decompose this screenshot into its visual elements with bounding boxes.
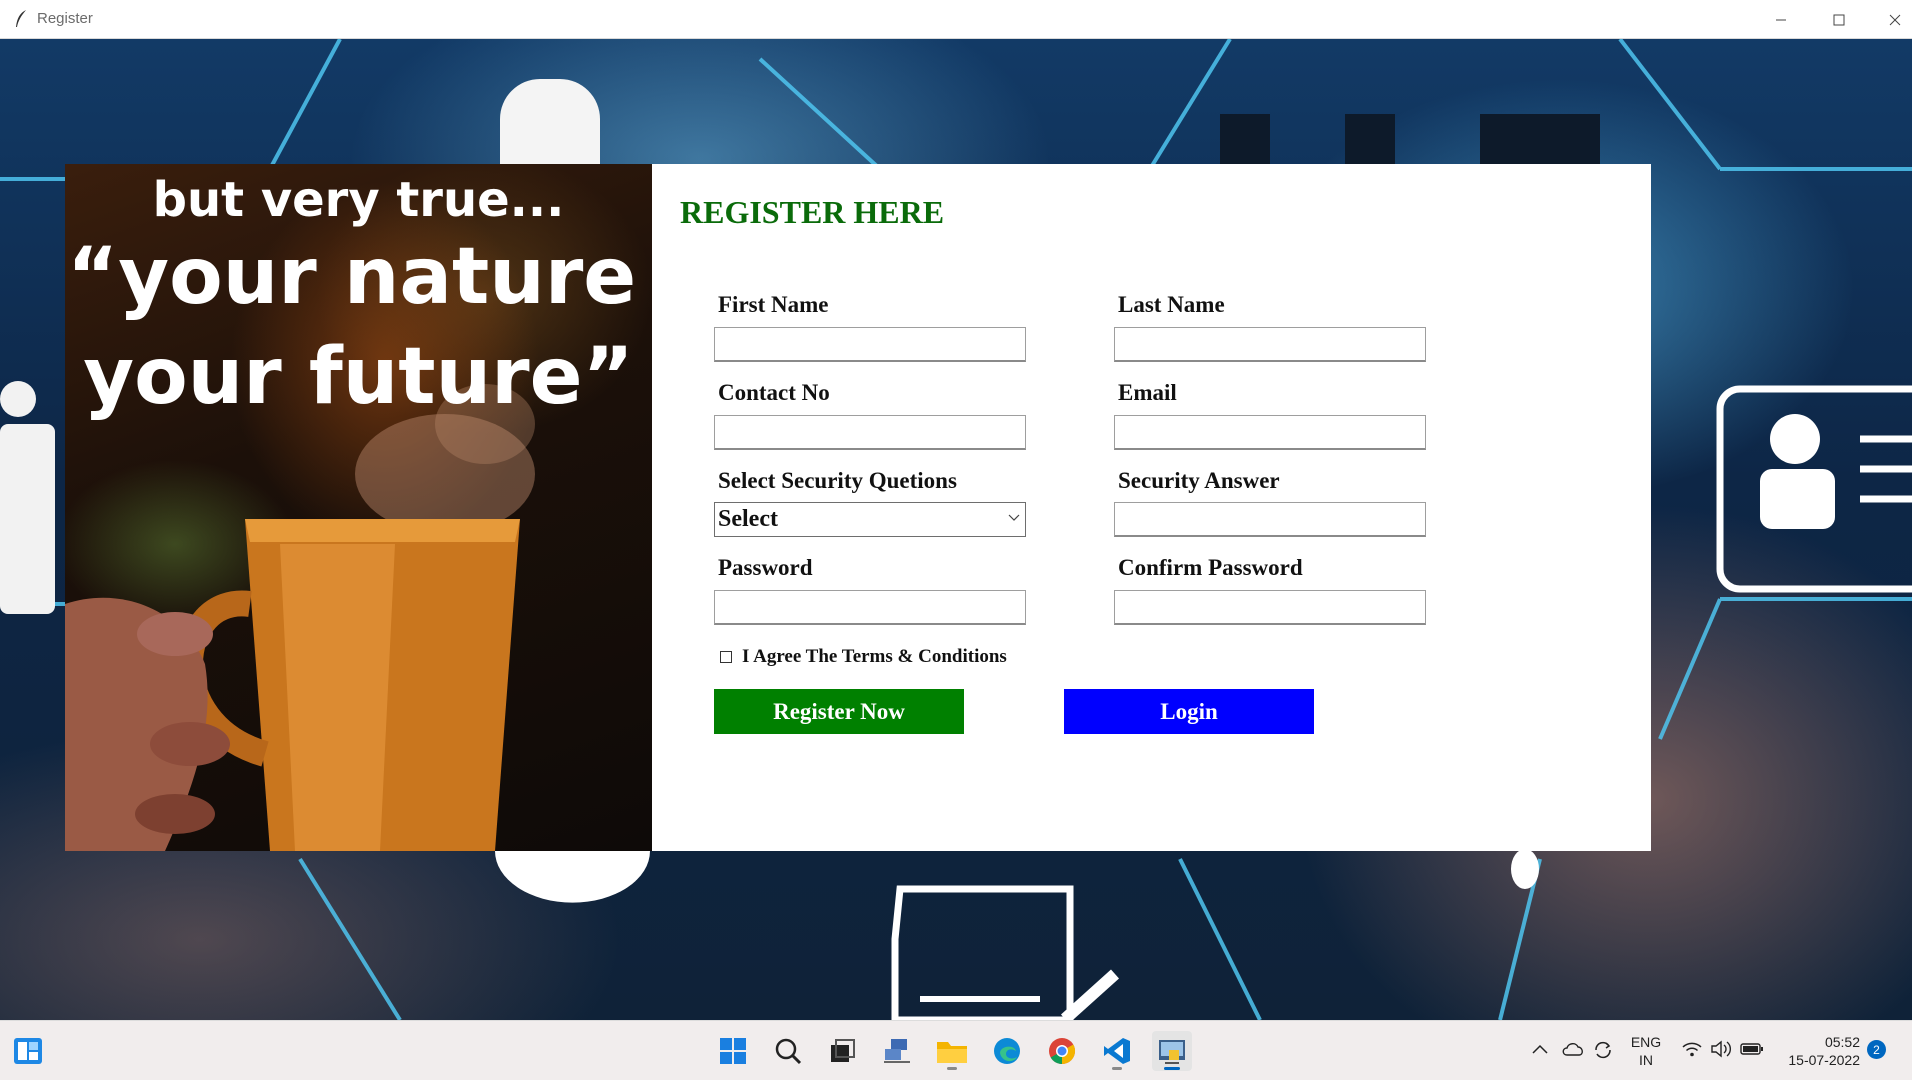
contact-no-field[interactable] xyxy=(714,415,1026,450)
close-icon xyxy=(1889,14,1901,25)
quote-image: but very true... “your nature is your fu… xyxy=(65,164,652,851)
running-indicator xyxy=(947,1067,957,1070)
active-indicator xyxy=(1164,1067,1180,1070)
edge-icon xyxy=(994,1038,1020,1064)
close-button[interactable] xyxy=(1866,0,1912,39)
network-app-icon xyxy=(884,1039,910,1063)
volume-icon[interactable] xyxy=(1710,1040,1732,1058)
maximize-icon xyxy=(1833,14,1845,25)
language-indicator[interactable]: ENG IN xyxy=(1628,1033,1664,1069)
widgets-icon xyxy=(14,1038,42,1064)
network-app-button[interactable] xyxy=(877,1031,917,1071)
start-button[interactable] xyxy=(713,1031,753,1071)
last-name-label: Last Name xyxy=(1118,292,1225,317)
terms-checkbox[interactable] xyxy=(720,651,732,663)
form-heading: REGISTER HERE xyxy=(680,194,945,230)
email-field[interactable] xyxy=(1114,415,1426,450)
onedrive-cloud-icon[interactable] xyxy=(1562,1041,1584,1057)
file-explorer-icon xyxy=(937,1042,967,1063)
maximize-button[interactable] xyxy=(1810,0,1868,39)
chevron-up-icon[interactable] xyxy=(1532,1043,1548,1055)
edge-button[interactable] xyxy=(987,1031,1027,1071)
security-question-label: Select Security Quetions xyxy=(718,468,957,493)
email-label: Email xyxy=(1118,380,1177,405)
widgets-button[interactable] xyxy=(8,1031,48,1071)
language-bottom: IN xyxy=(1639,1052,1653,1068)
confirm-password-field[interactable] xyxy=(1114,590,1426,625)
confirm-password-label: Confirm Password xyxy=(1118,555,1303,580)
register-form-panel: REGISTER HERE First Name Last Name Conta… xyxy=(652,164,1651,851)
security-answer-field[interactable] xyxy=(1114,502,1426,537)
task-view-button[interactable] xyxy=(822,1031,862,1071)
search-icon xyxy=(775,1038,802,1065)
task-view-icon xyxy=(831,1039,855,1062)
login-button[interactable]: Login xyxy=(1064,689,1314,734)
chrome-icon xyxy=(1049,1038,1076,1065)
security-answer-label: Security Answer xyxy=(1118,468,1280,493)
vscode-icon xyxy=(1104,1038,1130,1064)
quote-line-1: but very true... xyxy=(152,172,565,228)
register-now-button[interactable]: Register Now xyxy=(714,689,964,734)
terms-agreement: I Agree The Terms & Conditions xyxy=(720,646,1007,668)
notification-badge[interactable]: 2 xyxy=(1867,1040,1886,1059)
taskbar: ENG IN 05:52 15-07-2022 2 xyxy=(0,1020,1912,1080)
clock-time: 05:52 xyxy=(1824,1034,1860,1050)
battery-icon[interactable] xyxy=(1740,1042,1764,1056)
first-name-label: First Name xyxy=(718,292,829,317)
file-explorer-button[interactable] xyxy=(932,1031,972,1071)
security-question-selected: Select xyxy=(718,506,778,532)
running-indicator xyxy=(1112,1067,1122,1070)
last-name-field[interactable] xyxy=(1114,327,1426,362)
window-title: Register xyxy=(37,10,93,27)
start-icon xyxy=(720,1038,746,1064)
vscode-button[interactable] xyxy=(1097,1031,1137,1071)
password-field[interactable] xyxy=(714,590,1026,625)
quote-line-3: your future” xyxy=(83,332,634,422)
search-button[interactable] xyxy=(768,1031,808,1071)
feather-app-icon xyxy=(16,10,26,27)
contact-no-label: Contact No xyxy=(718,380,830,405)
security-question-dropdown[interactable]: Select xyxy=(714,502,1026,537)
python-app-icon xyxy=(1159,1040,1185,1064)
clock-date: 15-07-2022 xyxy=(1788,1052,1860,1068)
language-top: ENG xyxy=(1630,1034,1662,1050)
password-label: Password xyxy=(718,555,813,580)
wifi-icon[interactable] xyxy=(1682,1041,1702,1057)
first-name-field[interactable] xyxy=(714,327,1026,362)
quote-line-2: “your nature is xyxy=(67,232,652,322)
minimize-icon xyxy=(1776,19,1786,20)
chrome-button[interactable] xyxy=(1042,1031,1082,1071)
sync-icon[interactable] xyxy=(1592,1039,1614,1061)
clock[interactable]: 05:52 15-07-2022 xyxy=(1774,1033,1860,1069)
chevron-down-icon xyxy=(1008,514,1020,521)
python-app-button[interactable] xyxy=(1152,1031,1192,1071)
minimize-button[interactable] xyxy=(1752,0,1810,39)
window-title-bar: Register xyxy=(0,0,1912,39)
terms-label: I Agree The Terms & Conditions xyxy=(742,646,1007,667)
